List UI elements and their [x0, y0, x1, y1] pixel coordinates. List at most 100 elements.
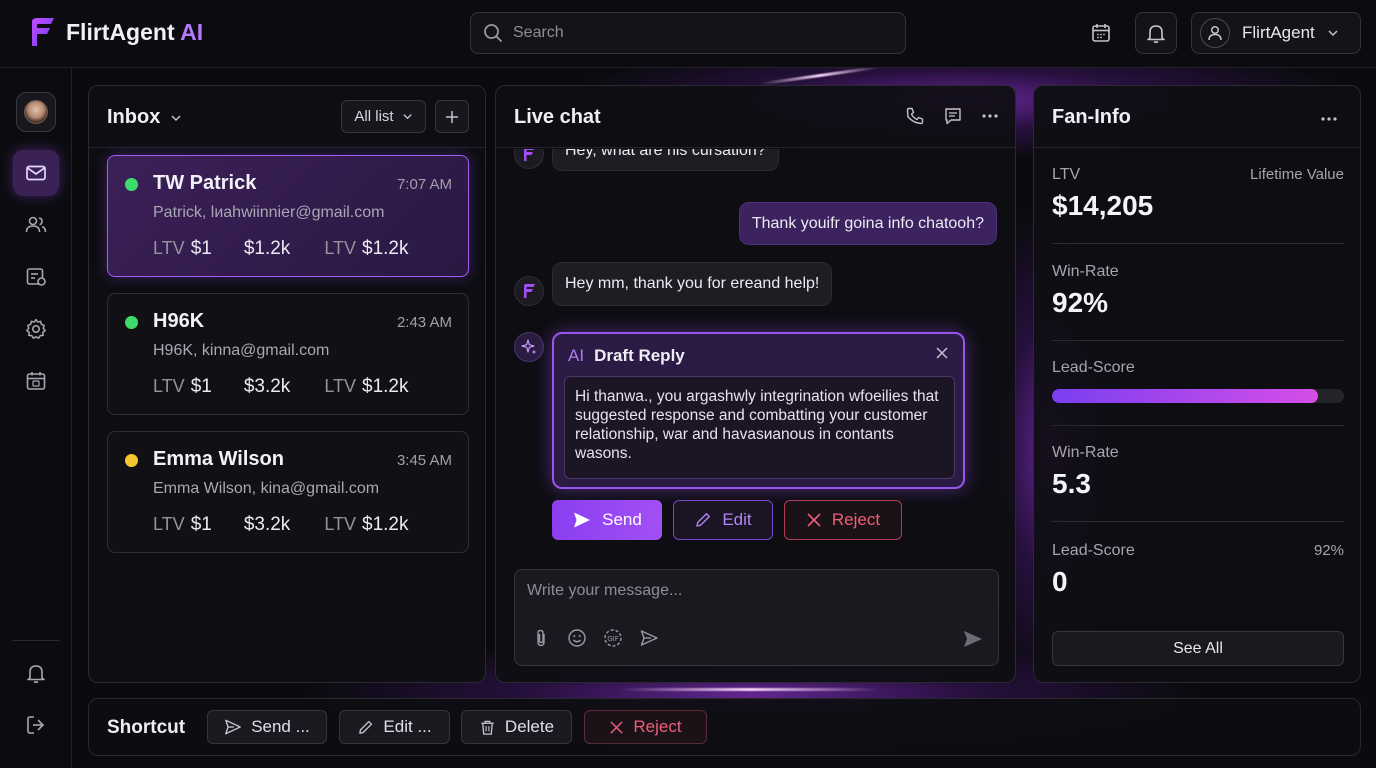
send-icon[interactable] — [639, 628, 659, 648]
sidebar-item-contacts[interactable] — [13, 202, 59, 248]
away-status-dot — [125, 454, 138, 467]
top-bar: FlirtAgent AI FlirtAgent — [0, 0, 1376, 68]
more-icon[interactable] — [981, 107, 999, 125]
sidebar-item-notifications[interactable] — [13, 650, 59, 696]
more-icon[interactable] — [1320, 110, 1338, 128]
users-icon — [25, 216, 47, 233]
search-box[interactable] — [470, 12, 906, 54]
chevron-down-icon — [171, 114, 181, 121]
contact-email: H96K, kinna@gmail.com — [153, 342, 330, 359]
online-status-dot — [125, 316, 138, 329]
spend-value: $3.2k — [243, 514, 291, 535]
trash-icon — [481, 720, 494, 735]
close-icon[interactable] — [935, 346, 949, 360]
shortcut-send-label: Send ... — [251, 717, 310, 736]
agent-avatar — [514, 149, 544, 169]
emoji-icon[interactable] — [567, 628, 587, 648]
shortcut-reject-button[interactable]: Reject — [584, 710, 707, 744]
chat-messages: Hey, what are his cursation? Thank youif… — [496, 149, 1015, 564]
send-label: Send — [602, 510, 642, 529]
notifications-button[interactable] — [1135, 12, 1177, 54]
contact-stats: LTV $1 $3.2k LTV $1.2k — [153, 376, 408, 398]
spend-value: $3.2k — [243, 376, 291, 397]
inbox-panel: Inbox All list TW Patrick 7:07 AM Patric… — [88, 85, 486, 683]
send-message-icon[interactable] — [962, 628, 984, 650]
inbox-title-dropdown[interactable]: Inbox — [107, 106, 182, 129]
chevron-down-icon — [402, 114, 412, 120]
sidebar-divider — [12, 640, 60, 641]
svg-text:GIF: GIF — [607, 635, 619, 643]
lead-score-progress-fill — [1052, 389, 1318, 403]
bell-icon — [1147, 25, 1165, 44]
win-rate-label: Win-Rate — [1052, 444, 1119, 461]
ltv-label: LTV — [324, 238, 356, 258]
online-status-dot — [125, 178, 138, 191]
add-conversation-button[interactable] — [435, 100, 469, 133]
lead-score-metric-secondary: Lead-Score 92% 0 — [1052, 542, 1344, 598]
sidebar-item-inbox[interactable] — [13, 150, 59, 196]
sidebar-avatar[interactable] — [16, 92, 56, 132]
attachment-icon[interactable] — [531, 628, 551, 648]
sidebar-item-calendar[interactable] — [13, 358, 59, 404]
win-rate-label: Win-Rate — [1052, 263, 1119, 280]
sidebar-item-settings[interactable] — [13, 306, 59, 352]
search-icon — [484, 24, 502, 42]
shortcut-edit-button[interactable]: Edit ... — [339, 710, 450, 744]
mail-icon — [26, 165, 46, 181]
ltv-label: LTV — [153, 376, 185, 396]
send-icon — [574, 512, 591, 528]
draft-title: Draft Reply — [594, 346, 685, 365]
fan-info-title: Fan-Info — [1052, 106, 1131, 128]
phone-icon[interactable] — [905, 106, 925, 126]
sidebar-item-tasks[interactable] — [13, 254, 59, 300]
contact-name: Emma Wilson — [153, 448, 284, 470]
agent-avatar — [514, 276, 544, 306]
inbox-title: Inbox — [107, 106, 161, 128]
message-input[interactable] — [527, 582, 977, 608]
calendar-icon — [26, 372, 46, 390]
see-all-button[interactable]: See All — [1052, 631, 1344, 666]
list-filter-select[interactable]: All list — [341, 100, 426, 133]
search-input[interactable] — [513, 24, 893, 42]
contact-email: Patrick, lиahwiinnier@gmail.com — [153, 204, 385, 221]
profile-menu[interactable]: FlirtAgent — [1191, 12, 1361, 54]
conversation-card[interactable]: Emma Wilson 3:45 AM Emma Wilson, kina@gm… — [107, 431, 469, 553]
chat-header-actions — [905, 106, 999, 126]
brand-logo-icon — [524, 284, 535, 298]
ai-avatar — [514, 332, 544, 362]
brand[interactable]: FlirtAgent AI — [28, 16, 203, 48]
edit-label: Edit — [722, 510, 752, 529]
list-filter-label: All list — [354, 108, 394, 125]
reject-draft-button[interactable]: Reject — [784, 500, 902, 540]
message-bubble-incoming: Hey mm, thank you for ereand help! — [552, 262, 833, 306]
lead-score-progress-bar — [1052, 389, 1344, 403]
close-icon — [610, 720, 624, 734]
shortcut-delete-button[interactable]: Delete — [461, 710, 572, 744]
divider — [1052, 243, 1344, 244]
calendar-button[interactable] — [1080, 12, 1122, 54]
light-streak — [760, 65, 880, 86]
sidebar-item-logout[interactable] — [13, 702, 59, 748]
pencil-icon — [696, 513, 711, 527]
pencil-icon — [359, 720, 373, 734]
win-rate-value: 92% — [1052, 287, 1109, 318]
shortcut-delete-label: Delete — [504, 717, 555, 736]
message-time: 7:07 AM — [396, 176, 452, 193]
logout-icon — [27, 716, 45, 734]
win-rate-value: 5.3 — [1052, 468, 1091, 499]
conversation-card[interactable]: TW Patrick 7:07 AM Patrick, lиahwiinnier… — [107, 155, 469, 277]
draft-text[interactable]: Hi thanwa., you argashwly integrination … — [564, 376, 955, 479]
message-icon[interactable] — [943, 106, 963, 126]
brand-name: FlirtAgent AI — [66, 18, 204, 45]
ai-label: AI — [568, 346, 585, 365]
shortcut-send-button[interactable]: Send ... — [207, 710, 327, 744]
shortcut-edit-label: Edit ... — [383, 717, 432, 736]
ltv-label: LTV — [153, 238, 185, 258]
user-icon — [1208, 25, 1222, 41]
send-draft-button[interactable]: Send — [552, 500, 662, 540]
gif-icon[interactable]: GIF — [603, 628, 623, 648]
edit-draft-button[interactable]: Edit — [673, 500, 773, 540]
conversation-card[interactable]: H96K 2:43 AM H96K, kinna@gmail.com LTV $… — [107, 293, 469, 415]
win-rate-metric: Win-Rate 92% — [1052, 263, 1344, 319]
ltv-value: $1 — [190, 514, 212, 535]
